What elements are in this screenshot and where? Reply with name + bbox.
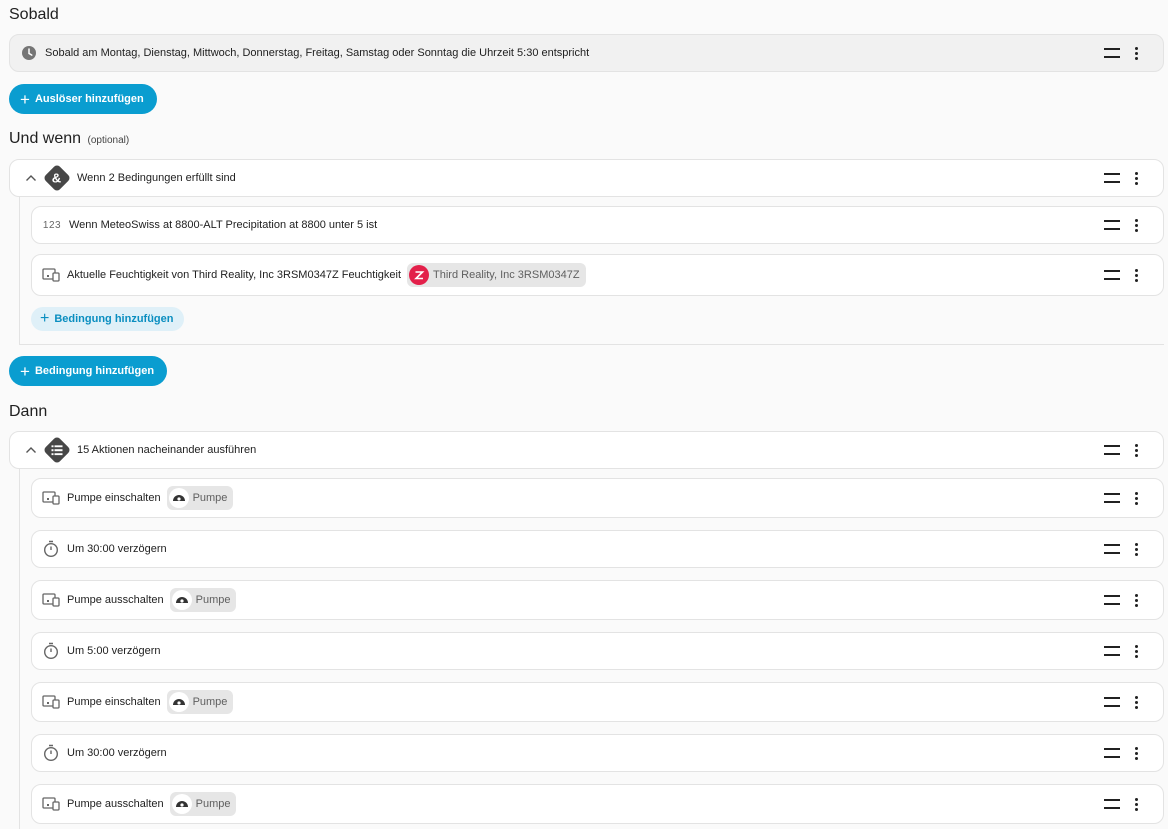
chip-label: Pumpe xyxy=(195,798,231,810)
drag-handle-icon[interactable] xyxy=(1104,445,1120,455)
action-label: Pumpe einschalten xyxy=(67,696,161,708)
more-vert-icon[interactable] xyxy=(1134,593,1138,607)
drag-handle-icon[interactable] xyxy=(1104,799,1120,809)
action-label: Um 5:00 verzögern xyxy=(67,645,161,657)
drag-handle-icon[interactable] xyxy=(1104,220,1120,230)
and-condition-icon: & xyxy=(42,163,72,193)
add-inner-condition-button[interactable]: + Bedingung hinzufügen xyxy=(31,307,184,331)
device-icon xyxy=(41,692,61,712)
action-group-row[interactable]: 15 Aktionen nacheinander ausführen xyxy=(9,431,1164,469)
drag-handle-icon[interactable] xyxy=(1104,595,1120,605)
condition-group-row[interactable]: & Wenn 2 Bedingungen erfüllt sind xyxy=(9,159,1164,197)
chevron-up-icon[interactable] xyxy=(24,171,38,185)
chip-label: Pumpe xyxy=(192,492,228,504)
add-trigger-button[interactable]: + Auslöser hinzufügen xyxy=(9,84,157,114)
more-vert-icon[interactable] xyxy=(1134,746,1138,760)
condition-label: Wenn MeteoSwiss at 8800-ALT Precipitatio… xyxy=(69,219,378,231)
action-row[interactable]: Pumpe ausschalten Pumpe xyxy=(31,784,1164,824)
nesting-line xyxy=(19,469,20,829)
drag-handle-icon[interactable] xyxy=(1104,173,1120,183)
add-trigger-label: Auslöser hinzufügen xyxy=(34,93,144,105)
action-row[interactable]: Um 5:00 verzögern xyxy=(31,632,1164,670)
drag-handle-icon[interactable] xyxy=(1104,270,1120,280)
more-vert-icon[interactable] xyxy=(1134,171,1138,185)
clock-icon xyxy=(19,43,39,63)
drag-handle-icon[interactable] xyxy=(1104,697,1120,707)
more-vert-icon[interactable] xyxy=(1134,695,1138,709)
timer-icon xyxy=(41,743,61,763)
section-title-trigger: Sobald xyxy=(9,6,59,23)
pump-icon xyxy=(171,794,192,814)
timer-icon xyxy=(41,539,61,559)
action-row[interactable]: Pumpe einschalten Pumpe xyxy=(31,478,1164,518)
drag-handle-icon[interactable] xyxy=(1104,646,1120,656)
add-condition-label: Bedingung hinzufügen xyxy=(34,365,155,377)
nesting-bottom-line xyxy=(19,344,1164,345)
drag-handle-icon[interactable] xyxy=(1104,48,1120,58)
action-row[interactable]: Um 30:00 verzögern xyxy=(31,734,1164,772)
device-icon xyxy=(41,794,61,814)
device-icon xyxy=(41,590,61,610)
pump-icon xyxy=(168,488,189,508)
sequence-list-icon xyxy=(42,435,72,465)
entity-chip[interactable]: Pumpe xyxy=(166,486,234,510)
device-icon xyxy=(41,265,61,285)
condition-label: Aktuelle Feuchtigkeit von Third Reality,… xyxy=(67,269,402,281)
chip-label: Third Reality, Inc 3RSM0347Z xyxy=(433,269,580,281)
entity-chip[interactable]: Pumpe xyxy=(169,792,237,816)
trigger-label: Sobald am Montag, Dienstag, Mittwoch, Do… xyxy=(45,47,590,59)
entity-chip[interactable]: Pumpe xyxy=(166,690,234,714)
more-vert-icon[interactable] xyxy=(1134,218,1138,232)
action-label: Pumpe einschalten xyxy=(67,492,161,504)
chip-label: Pumpe xyxy=(195,594,231,606)
plus-icon: + xyxy=(20,89,30,109)
plus-icon: + xyxy=(20,361,30,381)
section-title-action: Dann xyxy=(9,403,48,420)
more-vert-icon[interactable] xyxy=(1134,268,1138,282)
timer-icon xyxy=(41,641,61,661)
section-title-condition: Und wenn (optional) xyxy=(9,130,129,148)
more-vert-icon[interactable] xyxy=(1134,542,1138,556)
action-label: Pumpe ausschalten xyxy=(67,594,164,606)
condition-group-label: Wenn 2 Bedingungen erfüllt sind xyxy=(77,172,236,184)
optional-hint: (optional) xyxy=(87,135,130,146)
numeric-icon: 123 xyxy=(42,219,62,231)
zigbee-icon xyxy=(409,265,430,285)
condition-title-text: Und wenn xyxy=(9,130,82,147)
action-label: Pumpe ausschalten xyxy=(67,798,164,810)
chip-label: Pumpe xyxy=(192,696,228,708)
condition-row[interactable]: 123 Wenn MeteoSwiss at 8800-ALT Precipit… xyxy=(31,206,1164,244)
action-row[interactable]: Pumpe ausschalten Pumpe xyxy=(31,580,1164,620)
action-group-label: 15 Aktionen nacheinander ausführen xyxy=(77,444,257,456)
pump-icon xyxy=(171,590,192,610)
more-vert-icon[interactable] xyxy=(1134,46,1138,60)
more-vert-icon[interactable] xyxy=(1134,797,1138,811)
more-vert-icon[interactable] xyxy=(1134,644,1138,658)
nesting-line xyxy=(19,197,20,344)
entity-chip[interactable]: Third Reality, Inc 3RSM0347Z xyxy=(407,263,586,287)
more-vert-icon[interactable] xyxy=(1134,491,1138,505)
plus-icon: + xyxy=(40,310,50,327)
more-vert-icon[interactable] xyxy=(1134,443,1138,457)
chevron-up-icon[interactable] xyxy=(24,443,38,457)
drag-handle-icon[interactable] xyxy=(1104,493,1120,503)
entity-chip[interactable]: Pumpe xyxy=(169,588,237,612)
device-icon xyxy=(41,488,61,508)
drag-handle-icon[interactable] xyxy=(1104,544,1120,554)
action-row[interactable]: Pumpe einschalten Pumpe xyxy=(31,682,1164,722)
add-condition-button[interactable]: + Bedingung hinzufügen xyxy=(9,356,168,386)
action-label: Um 30:00 verzögern xyxy=(67,543,167,555)
trigger-row[interactable]: Sobald am Montag, Dienstag, Mittwoch, Do… xyxy=(9,34,1164,72)
condition-row[interactable]: Aktuelle Feuchtigkeit von Third Reality,… xyxy=(31,254,1164,296)
pump-icon xyxy=(168,692,189,712)
add-inner-condition-label: Bedingung hinzufügen xyxy=(54,313,174,325)
action-row[interactable]: Um 30:00 verzögern xyxy=(31,530,1164,568)
drag-handle-icon[interactable] xyxy=(1104,748,1120,758)
action-label: Um 30:00 verzögern xyxy=(67,747,167,759)
